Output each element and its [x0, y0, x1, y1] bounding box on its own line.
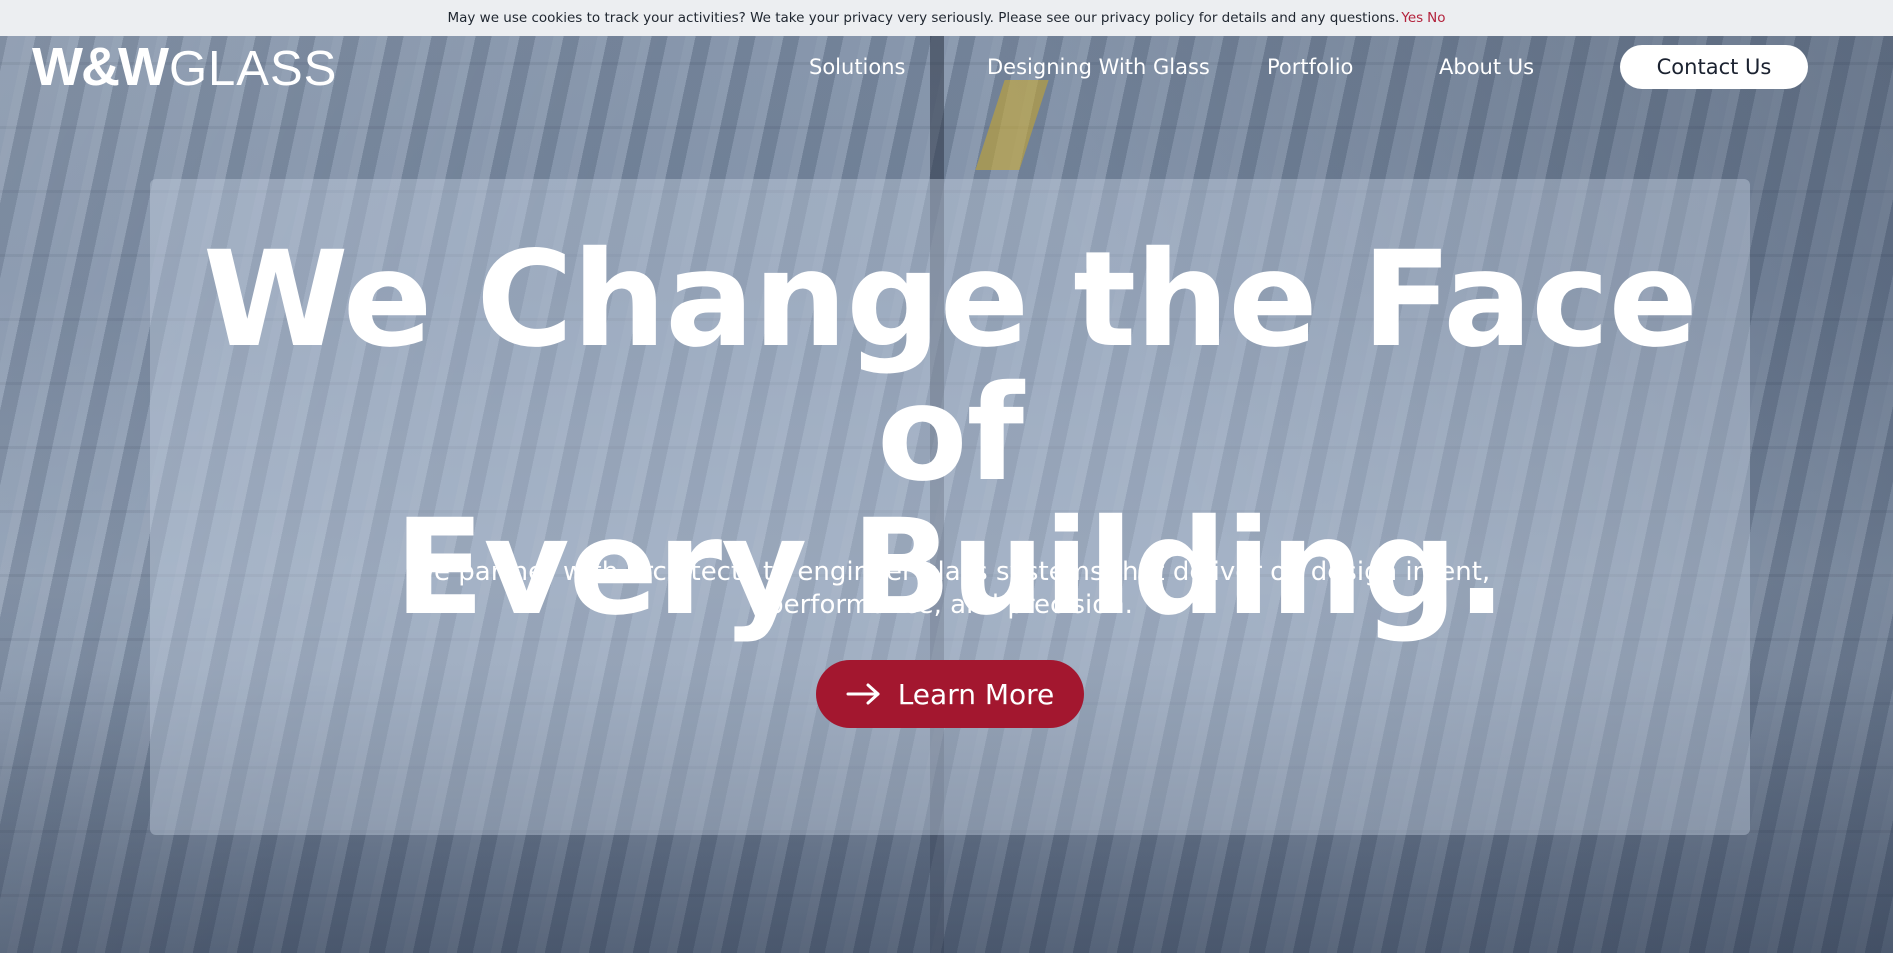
hero-title-line-1: We Change the Face of [202, 223, 1698, 511]
nav-item-portfolio[interactable]: Portfolio [1267, 55, 1353, 79]
site-header: W&W GLASS Solutions Designing With Glass… [0, 36, 1893, 100]
cookie-banner: May we use cookies to track your activit… [0, 0, 1893, 36]
logo-wordmark-bold: W&W [32, 37, 169, 97]
site-logo[interactable]: W&W GLASS [32, 40, 337, 94]
nav-item-about-us[interactable]: About Us [1439, 55, 1534, 79]
learn-more-label: Learn More [897, 677, 1055, 711]
cookie-message: May we use cookies to track your activit… [447, 10, 1400, 26]
cookie-decline-link[interactable]: No [1427, 10, 1445, 26]
cookie-accept-link[interactable]: Yes [1401, 10, 1423, 26]
hero-subtitle: We partner with architects to engineer g… [409, 557, 1491, 620]
arrow-right-icon [846, 682, 882, 706]
contact-us-label: Contact Us [1656, 55, 1772, 79]
nav-item-solutions[interactable]: Solutions [809, 55, 906, 79]
learn-more-button[interactable]: Learn More [816, 660, 1084, 728]
nav-item-designing-with-glass[interactable]: Designing With Glass [987, 55, 1210, 79]
logo-wordmark-light: GLASS [168, 42, 338, 96]
contact-us-button[interactable]: Contact Us [1620, 45, 1808, 89]
